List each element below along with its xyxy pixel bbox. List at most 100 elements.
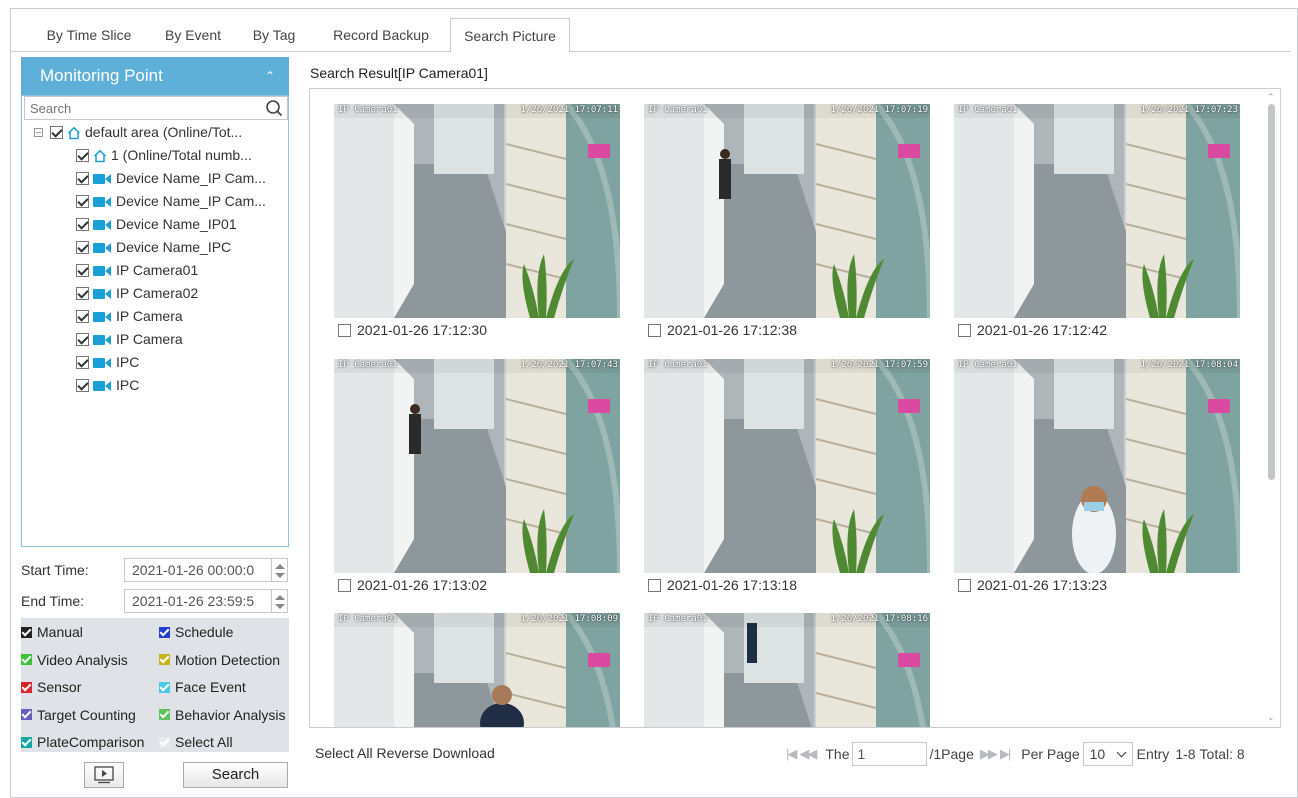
tree-checkbox[interactable] [76, 195, 89, 208]
playback-button[interactable] [84, 762, 124, 788]
tree-checkbox[interactable] [76, 218, 89, 231]
end-time-input[interactable]: 2021-01-26 23:59:5 [124, 589, 272, 613]
select-all-link[interactable]: Select All [315, 745, 373, 761]
tab-record-backup[interactable]: Record Backup [322, 18, 440, 52]
picture-thumbnail[interactable]: IP Camera01 1/26/2021 17:08:16 [644, 613, 930, 727]
selection-actions: Select All Reverse Download [315, 745, 495, 761]
event-type-label: Video Analysis [37, 651, 128, 668]
event-type-checkbox[interactable] [21, 654, 32, 665]
tree-checkbox[interactable] [76, 149, 89, 162]
picture-checkbox[interactable] [338, 323, 351, 337]
picture-checkbox[interactable] [648, 323, 661, 337]
picture-checkbox[interactable] [338, 578, 351, 592]
tree-item[interactable]: – default area (Online/Tot... [34, 121, 242, 144]
event-type-checkbox[interactable] [159, 681, 170, 693]
event-type-option[interactable]: Motion Detection [159, 650, 289, 670]
tab-by-event[interactable]: By Event [156, 18, 230, 52]
start-time-input[interactable]: 2021-01-26 00:00:0 [124, 558, 272, 582]
event-type-option[interactable]: Face Event [159, 677, 289, 697]
tree-item[interactable]: 1 (Online/Total numb... [76, 144, 252, 167]
event-type-checkbox[interactable] [159, 626, 170, 638]
tab-by-time-slice[interactable]: By Time Slice [32, 18, 146, 52]
monitoring-panel: Monitoring Point ⌃ – default area (Online… [21, 57, 289, 547]
picture-checkbox[interactable] [958, 578, 971, 592]
prev-page-icon[interactable]: ◀◀ [799, 746, 817, 762]
gallery-scrollbar[interactable]: ⌃ ⌄ [1263, 90, 1280, 726]
tree-checkbox[interactable] [76, 379, 89, 392]
tree-item[interactable]: Device Name_IP01 [76, 213, 237, 236]
event-type-option[interactable]: Sensor [21, 677, 157, 697]
tree-item[interactable]: IP Camera [76, 305, 183, 328]
tree-item[interactable]: Device Name_IP Cam... [76, 167, 266, 190]
picture-thumbnail[interactable]: IP Camera01 1/26/2021 17:07:11 [334, 104, 620, 318]
monitoring-point-header[interactable]: Monitoring Point ⌃ [21, 57, 289, 95]
tree-search-input[interactable] [25, 97, 255, 119]
tree-checkbox[interactable] [76, 310, 89, 323]
scroll-thumb[interactable] [1268, 104, 1275, 480]
overlay-time: 1/26/2021 17:08:04 [1140, 360, 1238, 370]
picture-thumbnail[interactable]: IP Camera01 1/26/2021 17:07:59 [644, 359, 930, 573]
page-number-input[interactable]: 1 [851, 742, 927, 766]
event-type-option[interactable]: PlateComparison [21, 732, 157, 752]
event-type-checkbox[interactable] [159, 654, 170, 665]
overlay-camera-name: IP Camera01 [338, 614, 398, 624]
picture-timestamp: 2021-01-26 17:13:02 [357, 577, 487, 593]
tree-item[interactable]: IPC [76, 351, 139, 374]
tab-search-picture[interactable]: Search Picture [450, 18, 570, 53]
picture-checkbox[interactable] [648, 578, 661, 592]
tab-by-tag[interactable]: By Tag [244, 18, 304, 52]
event-type-option[interactable]: Schedule [159, 622, 289, 642]
tree-checkbox[interactable] [50, 126, 63, 139]
tree-item[interactable]: Device Name_IP Cam... [76, 190, 266, 213]
chevron-up-icon[interactable]: ⌃ [265, 57, 275, 95]
start-time-spinner[interactable] [271, 558, 288, 582]
search-button[interactable]: Search [183, 762, 288, 788]
scroll-down-icon[interactable]: ⌄ [1267, 712, 1275, 723]
picture-checkbox[interactable] [958, 323, 971, 337]
tree-checkbox[interactable] [76, 264, 89, 277]
tree-item[interactable]: IPC [76, 374, 139, 397]
event-type-option[interactable]: Behavior Analysis [159, 705, 289, 725]
tree-checkbox[interactable] [76, 241, 89, 254]
per-page-select[interactable]: 10 [1082, 742, 1133, 766]
event-type-checkbox[interactable] [21, 681, 32, 693]
tree-item[interactable]: IP Camera [76, 328, 183, 351]
event-type-option[interactable]: Video Analysis [21, 650, 157, 670]
tree-checkbox[interactable] [76, 356, 89, 369]
event-type-option[interactable]: Manual [21, 622, 157, 642]
camera-icon [93, 311, 113, 323]
picture-caption: 2021-01-26 17:12:38 [648, 322, 797, 338]
picture-thumbnail[interactable]: IP Camera01 1/26/2021 17:07:23 [954, 104, 1240, 318]
download-link[interactable]: Download [433, 745, 495, 761]
collapse-icon[interactable]: – [34, 128, 43, 137]
tree-item[interactable]: IP Camera02 [76, 282, 198, 305]
home-icon [93, 149, 111, 163]
event-type-option[interactable]: Select All [159, 732, 289, 752]
event-type-checkbox[interactable] [21, 736, 32, 748]
end-time-spinner[interactable] [271, 589, 288, 613]
tree-checkbox[interactable] [76, 172, 89, 185]
tree-item[interactable]: IP Camera01 [76, 259, 198, 282]
tree-checkbox[interactable] [76, 333, 89, 346]
reverse-link[interactable]: Reverse [376, 745, 428, 761]
picture-thumbnail[interactable]: IP Camera01 1/26/2021 17:08:09 [334, 613, 620, 727]
event-type-checkbox[interactable] [159, 736, 170, 748]
tree-item[interactable]: Device Name_IPC [76, 236, 231, 259]
picture-thumbnail[interactable]: IP Camera01 1/26/2021 17:08:04 [954, 359, 1240, 573]
event-type-option[interactable]: Target Counting [21, 705, 157, 725]
camera-icon [93, 265, 113, 277]
start-time-label: Start Time: [21, 562, 89, 578]
search-icon[interactable] [265, 99, 283, 120]
event-type-checkbox[interactable] [21, 709, 32, 720]
first-page-icon[interactable]: |◀ [786, 746, 797, 762]
event-type-label: Sensor [37, 679, 82, 695]
search-result-title: Search Result[IP Camera01] [310, 65, 488, 81]
scroll-up-icon[interactable]: ⌃ [1267, 92, 1275, 103]
event-type-checkbox[interactable] [21, 626, 32, 638]
event-type-checkbox[interactable] [159, 709, 170, 720]
next-page-icon[interactable]: ▶▶ [980, 746, 998, 762]
last-page-icon[interactable]: ▶| [1000, 746, 1011, 762]
picture-thumbnail[interactable]: IP Camera01 1/26/2021 17:07:19 [644, 104, 930, 318]
picture-thumbnail[interactable]: IP Camera01 1/26/2021 17:07:43 [334, 359, 620, 573]
tree-checkbox[interactable] [76, 287, 89, 300]
